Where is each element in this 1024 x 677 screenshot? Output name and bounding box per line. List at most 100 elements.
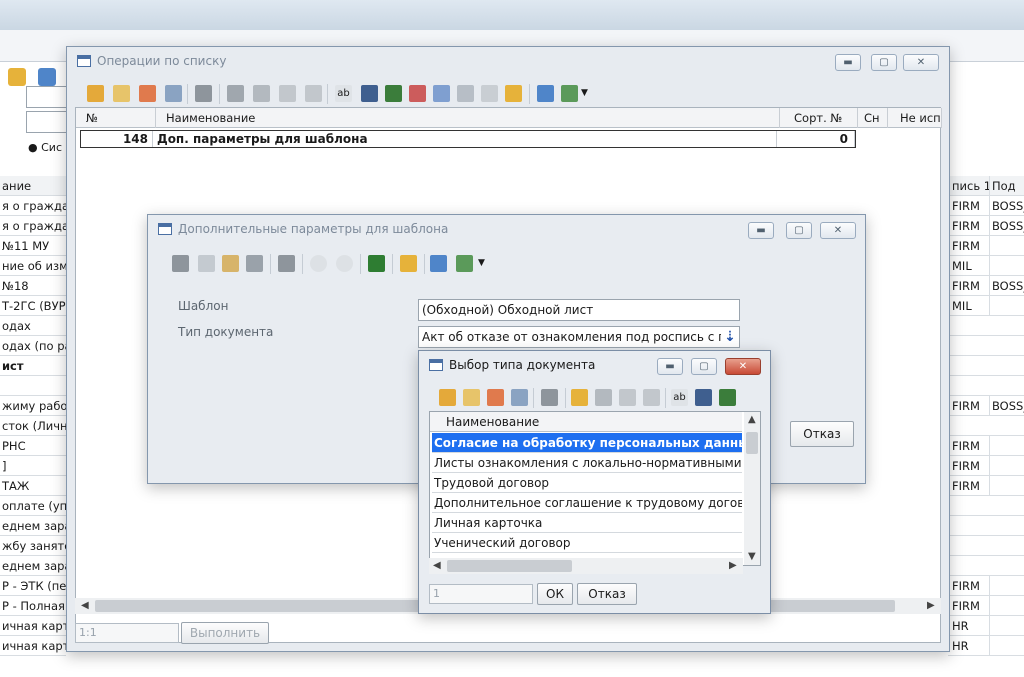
table-row[interactable]: FIRM bbox=[948, 596, 1024, 616]
list-item[interactable]: оплате (упро bbox=[0, 496, 66, 516]
list-item[interactable]: ичная карто bbox=[0, 616, 66, 636]
table-row[interactable]: FIRM bbox=[948, 576, 1024, 596]
next-icon[interactable] bbox=[336, 255, 353, 272]
vertical-scrollbar[interactable]: ▲ ▼ bbox=[744, 412, 760, 565]
dropdown-arrow-icon[interactable]: ▼ bbox=[581, 85, 593, 102]
table-row[interactable] bbox=[948, 336, 1024, 356]
scroll-right-icon[interactable]: ▶ bbox=[927, 600, 935, 611]
execute-button[interactable]: Выполнить bbox=[181, 622, 269, 644]
move-icon[interactable] bbox=[433, 85, 450, 102]
maximize-button[interactable]: ▢ bbox=[691, 358, 717, 375]
list-item[interactable]: жиму работ bbox=[0, 396, 66, 416]
table-row[interactable]: FIRMBOSS_ bbox=[948, 216, 1024, 236]
table-row[interactable]: HR bbox=[948, 636, 1024, 656]
minimize-button[interactable]: ▬ bbox=[835, 54, 861, 71]
list-item[interactable]: я о граждан bbox=[0, 216, 66, 236]
scroll-left-icon[interactable]: ◀ bbox=[433, 560, 441, 571]
list-item[interactable]: ние об изме bbox=[0, 256, 66, 276]
list-item[interactable]: Т-2ГС (ВУР) bbox=[0, 296, 66, 316]
list-item[interactable]: Р - Полная и bbox=[0, 596, 66, 616]
list-item[interactable]: еднем зараб bbox=[0, 516, 66, 536]
list-item[interactable]: №11 МУ bbox=[0, 236, 66, 256]
filter-icon[interactable] bbox=[227, 85, 244, 102]
list-item[interactable]: жбу занято bbox=[0, 536, 66, 556]
table-row[interactable]: FIRMBOSS_ bbox=[948, 196, 1024, 216]
list-item[interactable]: еднем зараб bbox=[0, 556, 66, 576]
text-search-icon[interactable]: ab bbox=[671, 389, 688, 406]
table-row[interactable] bbox=[948, 376, 1024, 396]
copy-icon[interactable] bbox=[198, 255, 215, 272]
minimize-button[interactable]: ▬ bbox=[657, 358, 683, 375]
filter-icon[interactable] bbox=[571, 389, 588, 406]
chart-icon[interactable] bbox=[409, 85, 426, 102]
scroll-right-icon[interactable]: ▶ bbox=[729, 560, 737, 571]
clear-filter-icon[interactable] bbox=[595, 389, 612, 406]
enter-icon[interactable] bbox=[368, 255, 385, 272]
table-row[interactable] bbox=[948, 316, 1024, 336]
close-button[interactable]: ✕ bbox=[725, 358, 761, 375]
refresh-icon[interactable] bbox=[38, 68, 56, 86]
cancel-button[interactable]: Отказ bbox=[577, 583, 637, 605]
add-icon[interactable] bbox=[87, 85, 104, 102]
dropdown-arrow-icon[interactable]: ▼ bbox=[478, 255, 490, 272]
tag-icon[interactable] bbox=[400, 255, 417, 272]
table-row[interactable] bbox=[948, 416, 1024, 436]
doctype-list-item[interactable]: Ученический договор bbox=[432, 533, 742, 553]
refresh-icon[interactable] bbox=[430, 255, 447, 272]
list-item[interactable]: я о граждан bbox=[0, 196, 66, 216]
maximize-button[interactable]: ▢ bbox=[786, 222, 812, 239]
grid-icon[interactable] bbox=[165, 85, 182, 102]
table-row[interactable] bbox=[948, 496, 1024, 516]
doctype-list-item[interactable]: Дополнительное соглашение к трудовому до… bbox=[432, 493, 742, 513]
list-item[interactable]: ист bbox=[0, 356, 66, 376]
list-item[interactable]: ТАЖ bbox=[0, 476, 66, 496]
ok-button[interactable]: ОК bbox=[537, 583, 573, 605]
table-row[interactable]: FIRM bbox=[948, 456, 1024, 476]
undo-icon[interactable] bbox=[246, 255, 263, 272]
import-icon[interactable] bbox=[643, 389, 660, 406]
table-row[interactable]: HR bbox=[948, 616, 1024, 636]
refresh-icon[interactable] bbox=[537, 85, 554, 102]
copy-rows-icon[interactable] bbox=[457, 85, 474, 102]
col-not-used[interactable]: Не исп bbox=[888, 108, 942, 128]
template-params-titlebar[interactable]: Дополнительные параметры для шаблона ▬ ▢… bbox=[148, 215, 865, 245]
tag-icon[interactable] bbox=[505, 85, 522, 102]
cancel-button[interactable]: Отказ bbox=[790, 421, 854, 447]
doctype-list-item[interactable]: Трудовой договор bbox=[432, 473, 742, 493]
close-button[interactable]: ✕ bbox=[903, 54, 939, 71]
operations-titlebar[interactable]: Операции по списку ▬ ▢ ✕ bbox=[67, 47, 949, 77]
list-item[interactable]: одах (по раб bbox=[0, 336, 66, 356]
table-row[interactable]: MIL bbox=[948, 296, 1024, 316]
col-number[interactable]: № bbox=[76, 108, 156, 128]
binoculars-icon[interactable] bbox=[361, 85, 378, 102]
minimize-button[interactable]: ▬ bbox=[748, 222, 774, 239]
doctype-list-item[interactable]: Личная карточка bbox=[432, 513, 742, 533]
table-row[interactable] bbox=[948, 556, 1024, 576]
print-icon[interactable] bbox=[195, 85, 212, 102]
delete-icon[interactable] bbox=[139, 85, 156, 102]
list-item[interactable] bbox=[0, 376, 66, 396]
columns-icon[interactable] bbox=[385, 85, 402, 102]
export-icon[interactable] bbox=[279, 85, 296, 102]
filter-input-1[interactable] bbox=[26, 86, 68, 108]
table-row[interactable]: FIRMBOSS_ bbox=[948, 276, 1024, 296]
list-item[interactable]: №18 bbox=[0, 276, 66, 296]
image-icon[interactable] bbox=[561, 85, 578, 102]
doctype-list-item[interactable]: Листы ознакомления с локально-нормативны… bbox=[432, 453, 742, 473]
scroll-up-icon[interactable]: ▲ bbox=[748, 414, 756, 425]
print-icon[interactable] bbox=[541, 389, 558, 406]
table-row[interactable] bbox=[948, 536, 1024, 556]
delete-icon[interactable] bbox=[487, 389, 504, 406]
list-item[interactable]: ичная карто bbox=[0, 636, 66, 656]
image-icon[interactable] bbox=[456, 255, 473, 272]
table-row[interactable]: MIL bbox=[948, 256, 1024, 276]
doctype-list-item[interactable]: Согласие на обработку персональных данны… bbox=[432, 433, 742, 453]
tag-icon[interactable] bbox=[8, 68, 26, 86]
doctype-dropdown-button[interactable]: ⇣ bbox=[721, 327, 739, 347]
table-row[interactable] bbox=[948, 516, 1024, 536]
table-row[interactable] bbox=[948, 356, 1024, 376]
window-icon[interactable] bbox=[481, 85, 498, 102]
edit-icon[interactable] bbox=[463, 389, 480, 406]
table-row[interactable]: FIRM bbox=[948, 476, 1024, 496]
scroll-left-icon[interactable]: ◀ bbox=[81, 600, 89, 611]
